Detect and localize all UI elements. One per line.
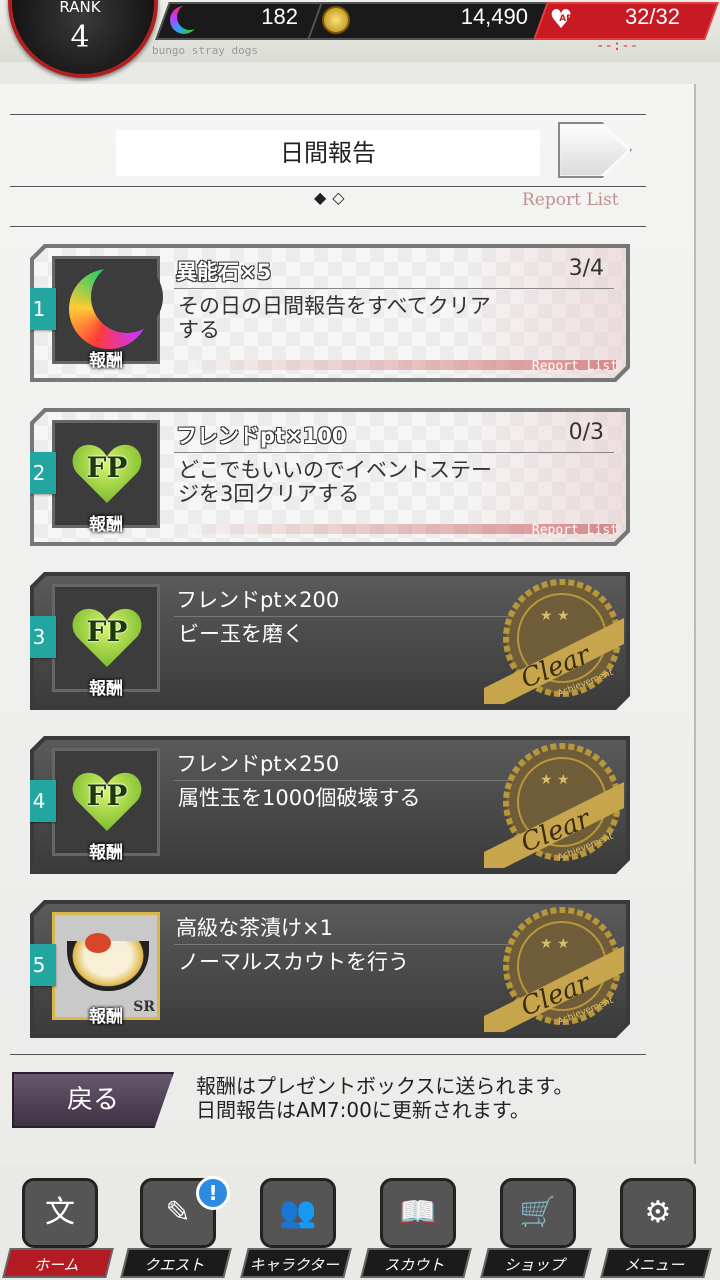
rank-label: RANK: [59, 0, 101, 16]
mission-number: 3: [22, 616, 56, 658]
mission-description: その日の日間報告をすべてクリアする: [178, 294, 491, 342]
divider: [174, 288, 614, 289]
home-icon: 文: [22, 1178, 98, 1248]
mission-description: ビー玉を磨く: [178, 622, 304, 646]
reward-name: フレンドpt×200: [176, 588, 340, 612]
nav-shop[interactable]: 🛒 ショップ: [478, 1168, 594, 1280]
page-indicator: ◆◇: [314, 188, 351, 207]
mission-number: 2: [22, 452, 56, 494]
mission-card[interactable]: FP 報酬 3 フレンドpt×200 ビー玉を磨く ★ ★ Clear Achi…: [30, 572, 630, 710]
reward-name: 高級な茶漬け×1: [176, 916, 333, 940]
character-icon: 👥: [260, 1178, 336, 1248]
nav-label: ホーム: [2, 1248, 114, 1278]
nav-label: ショップ: [480, 1248, 592, 1278]
coin-value: 14,490: [460, 4, 528, 29]
daily-report-panel: 日間報告 ◆◇ Report List 報酬 1 異能石×5 3/4 その日の日…: [0, 84, 696, 1164]
mission-card[interactable]: SR 報酬 5 高級な茶漬け×1 ノーマルスカウトを行う ★ ★ Clear A…: [30, 900, 630, 1038]
ability-stone-value: 182: [261, 4, 298, 29]
clear-stamp-icon: ★ ★ Clear Achievement: [484, 906, 624, 1032]
notification-badge: !: [196, 1176, 230, 1210]
report-list-link[interactable]: Report List: [522, 190, 619, 210]
nav-label: クエスト: [120, 1248, 232, 1278]
info-text: 報酬はプレゼントボックスに送られます。 日間報告はAM7:00に更新されます。: [196, 1074, 656, 1122]
mission-progress: 3/4: [568, 256, 604, 281]
tagline: bungo stray dogs: [152, 44, 258, 57]
ap-icon-text: AP: [559, 14, 573, 24]
friend-point-icon-text: FP: [86, 779, 128, 812]
ability-stone-icon: [69, 269, 149, 349]
shop-icon: 🛒: [500, 1178, 576, 1248]
clear-stamp-icon: ★ ★ Clear Achievement: [484, 578, 624, 704]
reward-name: フレンドpt×250: [176, 752, 340, 776]
friend-point-icon-text: FP: [86, 615, 128, 648]
back-button[interactable]: 戻る: [12, 1072, 174, 1128]
nav-scout[interactable]: 📖 スカウト: [358, 1168, 474, 1280]
ap-timer: --:--: [596, 38, 639, 54]
status-bar: RANK 4 182 14,490 ♥ AP 32/32 --:-- bungo…: [0, 0, 720, 78]
mission-description: ノーマルスカウトを行う: [178, 950, 409, 974]
mission-number: 1: [22, 288, 56, 330]
card-report-list-label: Report List: [531, 523, 618, 538]
reward-caption: 報酬: [89, 351, 123, 371]
mission-description: 属性玉を1000個破壊する: [178, 786, 421, 810]
clear-stamp-icon: ★ ★ Clear Achievement: [484, 742, 624, 868]
divider: [10, 226, 646, 227]
nav-label: スカウト: [360, 1248, 472, 1278]
svg-text:★ ★: ★ ★: [540, 772, 570, 788]
scout-icon: 📖: [380, 1178, 456, 1248]
nav-character[interactable]: 👥 キャラクター: [238, 1168, 354, 1280]
mission-card[interactable]: FP 報酬 2 フレンドpt×100 0/3 どこでもいいのでイベントステージを…: [30, 408, 630, 546]
divider: [10, 114, 646, 115]
nav-menu[interactable]: ⚙ メニュー: [598, 1168, 714, 1280]
friend-point-icon-text: FP: [86, 451, 128, 484]
rank-value: 4: [70, 20, 90, 55]
reward-caption: 報酬: [89, 843, 123, 863]
bottom-nav: 文 ホーム ✎ ! クエスト 👥 キャラクター 📖 スカウト 🛒 ショップ ⚙ …: [0, 1168, 720, 1280]
next-arrow-button[interactable]: [558, 122, 632, 178]
mission-progress: 0/3: [568, 420, 604, 445]
mission-description: どこでもいいのでイベントステージを3回クリアする: [178, 458, 492, 506]
info-line: 日間報告はAM7:00に更新されます。: [196, 1098, 530, 1122]
nav-quest[interactable]: ✎ ! クエスト: [118, 1168, 234, 1280]
mission-card[interactable]: 報酬 1 異能石×5 3/4 その日の日間報告をすべてクリアする Report …: [30, 244, 630, 382]
reward-caption: 報酬: [89, 515, 123, 535]
info-line: 報酬はプレゼントボックスに送られます。: [196, 1074, 574, 1098]
nav-label: メニュー: [600, 1248, 712, 1278]
divider: [174, 452, 614, 453]
mission-number: 5: [22, 944, 56, 986]
divider: [10, 1054, 646, 1055]
reward-caption: 報酬: [89, 1007, 123, 1027]
mission-number: 4: [22, 780, 56, 822]
nav-label: キャラクター: [240, 1248, 352, 1278]
svg-text:★ ★: ★ ★: [540, 608, 570, 624]
reward-caption: 報酬: [89, 679, 123, 699]
mission-card[interactable]: FP 報酬 4 フレンドpt×250 属性玉を1000個破壊する ★ ★ Cle…: [30, 736, 630, 874]
nav-home[interactable]: 文 ホーム: [0, 1168, 116, 1280]
reward-name: 異能石×5: [176, 260, 272, 284]
ability-stone-icon: [170, 4, 203, 34]
divider: [10, 186, 646, 187]
svg-text:★ ★: ★ ★: [540, 936, 570, 952]
card-report-list-label: Report List: [531, 359, 618, 374]
reward-name: フレンドpt×100: [176, 424, 347, 448]
ap-value: 32/32: [624, 4, 680, 29]
page-title: 日間報告: [116, 130, 540, 176]
coin-icon: [322, 6, 350, 34]
menu-icon: ⚙: [620, 1178, 696, 1248]
